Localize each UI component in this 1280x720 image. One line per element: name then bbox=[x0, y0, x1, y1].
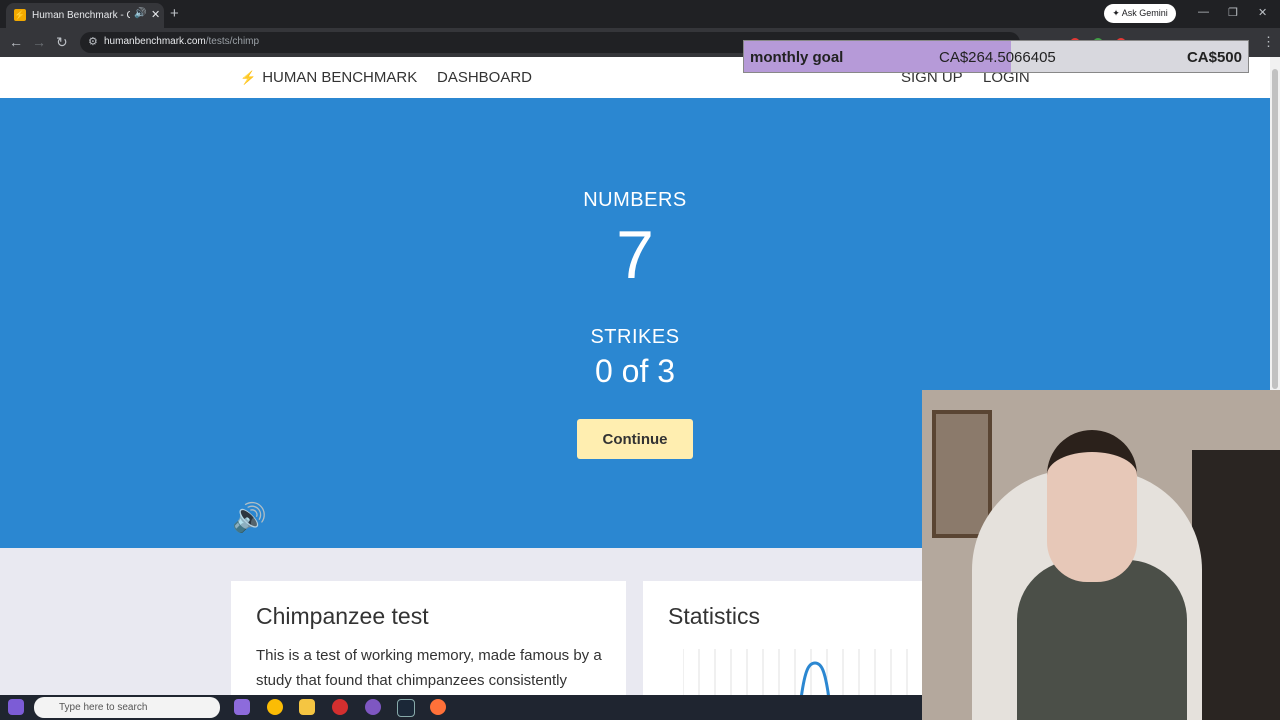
steam-icon[interactable] bbox=[397, 699, 415, 717]
statistics-card: Statistics bbox=[643, 581, 922, 696]
webcam-person-head bbox=[1047, 430, 1137, 582]
site-info-icon[interactable]: ⚙ bbox=[88, 35, 98, 48]
restore-icon[interactable]: ❐ bbox=[1228, 6, 1238, 19]
os-taskbar: Type here to search bbox=[0, 695, 922, 720]
app-icon[interactable] bbox=[332, 699, 348, 715]
forward-icon[interactable]: → bbox=[32, 34, 46, 50]
window-close-icon[interactable]: ✕ bbox=[1258, 6, 1267, 19]
webcam-overlay bbox=[922, 390, 1280, 720]
scrollbar-thumb[interactable] bbox=[1272, 69, 1278, 389]
copilot-icon[interactable] bbox=[234, 699, 250, 715]
numbers-value: 7 bbox=[616, 217, 654, 293]
back-icon[interactable]: ← bbox=[9, 34, 23, 50]
reload-icon[interactable]: ↻ bbox=[56, 34, 68, 51]
favicon-icon: ⚡ bbox=[14, 9, 26, 21]
tab-close-icon[interactable]: ✕ bbox=[151, 8, 160, 21]
browser-menu-icon[interactable]: ⋮ bbox=[1262, 34, 1275, 50]
monthly-goal-overlay: monthly goal CA$264.5066405 CA$500 bbox=[743, 40, 1249, 73]
dashboard-link[interactable]: DASHBOARD bbox=[437, 69, 532, 86]
start-icon[interactable] bbox=[8, 699, 24, 715]
bolt-icon: ⚡ bbox=[240, 70, 257, 85]
ask-gemini-label: Ask Gemini bbox=[1121, 8, 1168, 18]
webcam-shelf bbox=[1192, 450, 1280, 720]
new-tab-icon[interactable]: + bbox=[170, 5, 179, 22]
test-info-card: Chimpanzee test This is a test of workin… bbox=[231, 581, 626, 696]
test-card-title: Chimpanzee test bbox=[256, 603, 429, 629]
chrome-icon[interactable] bbox=[267, 699, 283, 715]
firefox-icon[interactable] bbox=[430, 699, 446, 715]
taskbar-search-placeholder: Type here to search bbox=[59, 702, 148, 713]
numbers-label: NUMBERS bbox=[583, 189, 687, 211]
statistics-title: Statistics bbox=[668, 603, 761, 629]
file-explorer-icon[interactable] bbox=[299, 699, 315, 715]
strikes-value: 0 of 3 bbox=[594, 353, 676, 389]
continue-button[interactable]: Continue bbox=[577, 419, 693, 459]
tab-title: Human Benchmark - Chimp bbox=[32, 10, 130, 21]
webcam-mirror bbox=[932, 410, 992, 538]
tab-audio-icon[interactable]: 🔊 bbox=[134, 8, 146, 19]
statistics-chart bbox=[683, 649, 908, 696]
goal-target: CA$500 bbox=[1186, 49, 1242, 66]
brand-logo[interactable]: ⚡ HUMAN BENCHMARK bbox=[240, 69, 417, 86]
discord-icon[interactable] bbox=[365, 699, 381, 715]
ask-gemini-button[interactable]: ✦ Ask Gemini bbox=[1104, 4, 1176, 23]
url-text: humanbenchmark.com/tests/chimp bbox=[104, 36, 260, 47]
goal-current: CA$264.5066405 bbox=[939, 49, 1056, 66]
test-card-text: This is a test of working memory, made f… bbox=[256, 647, 602, 689]
sound-icon[interactable]: 🔊 bbox=[232, 501, 267, 534]
browser-tab[interactable]: ⚡ Human Benchmark - Chimp 🔊 ✕ bbox=[6, 3, 164, 28]
goal-label: monthly goal bbox=[750, 49, 844, 66]
webcam-person-body bbox=[1017, 560, 1187, 720]
brand-name: HUMAN BENCHMARK bbox=[262, 69, 418, 86]
browser-tab-bar: ⚡ Human Benchmark - Chimp 🔊 ✕ + ✦ Ask Ge… bbox=[0, 0, 1280, 28]
taskbar-search[interactable]: Type here to search bbox=[34, 697, 220, 718]
minimize-icon[interactable]: — bbox=[1198, 6, 1209, 18]
strikes-label: STRIKES bbox=[590, 326, 680, 348]
